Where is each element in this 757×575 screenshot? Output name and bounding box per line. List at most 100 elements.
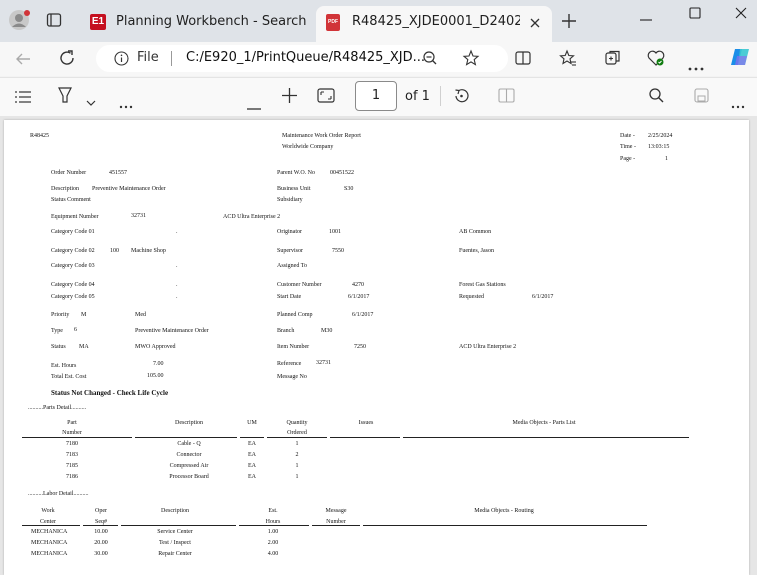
type-code: 6	[74, 327, 77, 333]
tab-report-pdf[interactable]: PDF R48425_XJDE0001_D240225_T13	[316, 6, 552, 42]
avatar-icon	[9, 10, 30, 30]
url-text: C:/E920_1/PrintQueue/R48425_XJD...	[186, 50, 426, 65]
highlight-options-dropdown[interactable]	[86, 92, 96, 106]
pdf-more-tools-button[interactable]	[119, 94, 133, 109]
start-date: 6/1/2017	[348, 294, 370, 300]
labor-seq: 10.00	[94, 529, 108, 535]
report-id: R48425	[30, 133, 50, 139]
maximize-button[interactable]	[687, 5, 703, 21]
parent-wo-label: Parent W.O. No	[277, 170, 315, 176]
labor-header-message: Message	[325, 508, 347, 514]
address-bar[interactable]: File C:/E920_1/PrintQueue/R48425_XJD...	[96, 45, 508, 72]
close-window-button[interactable]	[733, 5, 749, 21]
zoom-out-icon	[423, 51, 437, 65]
parts-section-label: ..........Parts Detail..........	[28, 405, 87, 411]
category-code-01-label: Category Code 01	[51, 229, 95, 235]
minimize-button[interactable]	[638, 12, 654, 28]
business-unit: S30	[344, 186, 354, 192]
part-number: 7183	[66, 452, 78, 458]
page-number-input[interactable]: 1	[355, 81, 397, 111]
category-code-03-label: Category Code 03	[51, 263, 95, 269]
time-label: Time -	[620, 144, 636, 150]
collections-button[interactable]	[604, 49, 622, 67]
originator-name: AB Common	[459, 229, 492, 235]
parts-header-rule	[330, 437, 400, 438]
labor-header-rule	[22, 525, 80, 526]
equipment-description: ACD Ultra Enterprise 2	[223, 214, 281, 220]
browser-essentials-button[interactable]	[646, 49, 666, 67]
category-code-02-value: Machine Shop	[131, 248, 166, 254]
report-title: Maintenance Work Order Report	[282, 133, 361, 139]
order-number-label: Order Number	[51, 170, 87, 176]
fit-page-button[interactable]	[317, 88, 335, 103]
tab-planning-workbench[interactable]: E1 Planning Workbench - Search fo	[82, 6, 312, 42]
more-menu-button[interactable]	[688, 56, 704, 71]
tab-actions-button[interactable]	[46, 12, 62, 28]
time-value: 13:03:15	[648, 144, 670, 150]
search-pdf-button[interactable]	[648, 87, 665, 104]
list-icon	[15, 91, 31, 103]
pdf-settings-more-button[interactable]	[731, 94, 745, 109]
zoom-out-button[interactable]	[422, 50, 438, 66]
tab-title: R48425_XJDE0001_D240225_T13	[352, 14, 520, 29]
copilot-button[interactable]	[729, 46, 753, 68]
category-code-01-value: .	[176, 229, 178, 235]
tab-actions-icon	[46, 13, 62, 27]
equipment-number: 32731	[131, 213, 146, 219]
rotate-button[interactable]	[453, 87, 470, 104]
page-value: 1	[665, 156, 668, 162]
parts-header-media: Media Objects - Parts List	[512, 420, 576, 426]
highlighter-icon	[58, 87, 72, 103]
page-total-label: of 1	[405, 89, 430, 104]
part-quantity: 1	[295, 463, 299, 469]
ellipsis-icon	[119, 105, 133, 109]
collections-icon	[605, 50, 620, 65]
zoom-out-pdf-button[interactable]	[247, 95, 261, 110]
description-label: Description	[51, 186, 79, 192]
originator: 1001	[329, 229, 341, 235]
status-code: MA	[79, 344, 89, 350]
copilot-icon	[731, 49, 749, 65]
labor-hours: 4.00	[267, 551, 279, 557]
labor-seq: 30.00	[94, 551, 108, 557]
save-button[interactable]	[694, 88, 709, 103]
category-code-03-value: .	[176, 263, 178, 269]
item-number: 7250	[354, 344, 366, 350]
favorites-button[interactable]	[559, 49, 577, 67]
new-tab-button[interactable]	[560, 12, 578, 30]
fit-to-page-icon	[317, 88, 335, 103]
supervisor-label: Supervisor	[277, 248, 303, 254]
refresh-button[interactable]	[58, 49, 76, 67]
parent-wo: 00451522	[330, 170, 354, 176]
page-view-button[interactable]	[498, 88, 515, 103]
zoom-in-pdf-button[interactable]	[282, 88, 297, 103]
rotate-icon	[455, 89, 469, 103]
total-est-cost-label: Total Est. Cost	[51, 374, 87, 380]
favorites-star-icon	[559, 49, 576, 66]
highlight-button[interactable]	[57, 86, 73, 104]
favorite-button[interactable]	[462, 49, 480, 67]
plus-icon	[282, 88, 297, 103]
report-company: Worldwide Company	[282, 144, 334, 150]
supervisor: 7550	[332, 248, 344, 254]
back-button[interactable]	[14, 50, 32, 68]
heart-pulse-icon	[647, 50, 665, 66]
split-screen-button[interactable]	[514, 49, 532, 67]
close-tab-button[interactable]	[528, 15, 542, 29]
page-label: Page -	[620, 156, 636, 162]
labor-header-work: Work	[41, 508, 55, 514]
subsidiary-label: Subsidiary	[277, 197, 303, 203]
equipment-number-label: Equipment Number	[51, 214, 99, 220]
part-quantity: 2	[295, 452, 299, 458]
category-code-02-label: Category Code 02	[51, 248, 95, 254]
labor-description: Service Center	[157, 529, 193, 535]
profile-avatar[interactable]	[8, 9, 30, 31]
branch-label: Branch	[277, 328, 295, 334]
labor-header-est: Est.	[268, 508, 278, 514]
part-um: EA	[248, 441, 256, 447]
contents-button[interactable]	[14, 89, 32, 103]
date-label: Date -	[620, 133, 635, 139]
minimize-icon	[640, 19, 652, 21]
info-icon[interactable]	[114, 51, 129, 66]
close-icon	[735, 7, 747, 19]
